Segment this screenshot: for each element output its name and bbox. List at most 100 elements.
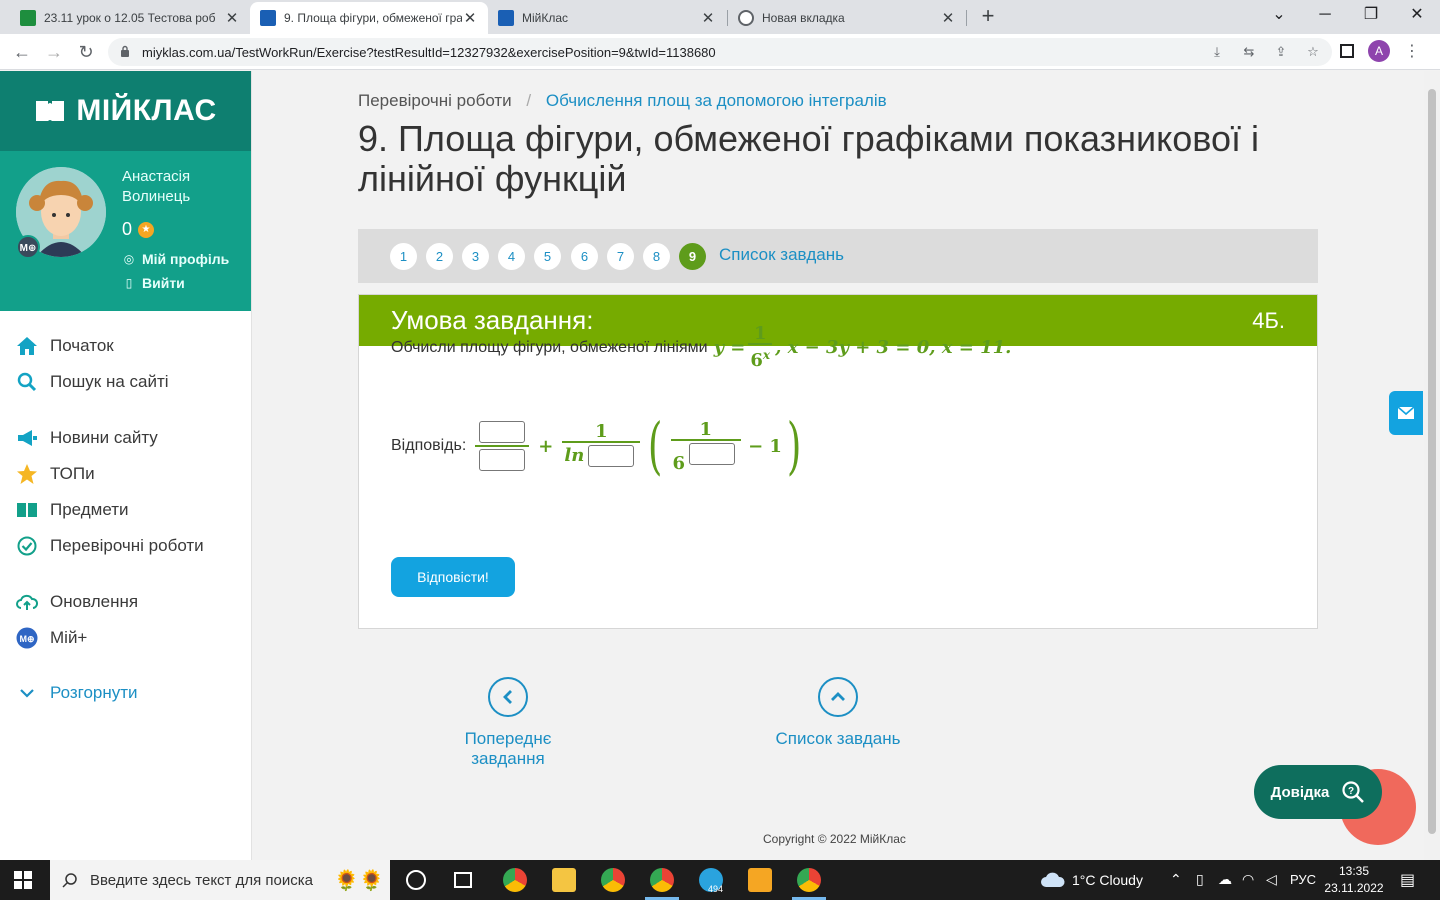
- answer-fraction-3: 1 6: [670, 421, 742, 472]
- wifi-icon[interactable]: ◠: [1242, 871, 1254, 888]
- task-list-bottom-link[interactable]: Список завдань: [768, 677, 908, 749]
- answer-input-1[interactable]: [479, 421, 526, 444]
- chevron-up-icon[interactable]: ⌃: [1170, 871, 1182, 888]
- window-close-icon[interactable]: ✕: [1394, 0, 1440, 32]
- taskbar-search[interactable]: Введите здесь текст для поиска 🌻🌻: [50, 860, 390, 900]
- browser-tab-4[interactable]: Новая вкладка ✕: [728, 2, 966, 34]
- url-bar[interactable]: miyklas.com.ua/TestWorkRun/Exercise?test…: [108, 38, 1332, 66]
- answer-input-4[interactable]: [689, 442, 736, 465]
- m-app-icon[interactable]: [748, 868, 772, 892]
- page-number-3[interactable]: 3: [462, 243, 489, 270]
- device-icon[interactable]: ▯: [1196, 871, 1204, 888]
- profile-avatar[interactable]: A: [1368, 40, 1390, 62]
- page-number-6[interactable]: 6: [571, 243, 598, 270]
- home-icon: [16, 335, 38, 357]
- windows-start-icon[interactable]: [14, 871, 32, 889]
- page-number-1[interactable]: 1: [390, 243, 417, 270]
- volume-icon[interactable]: ◁: [1266, 871, 1277, 888]
- browser-tab-bar: 23.11 урок о 12.05 Тестова роб ✕ 9. Площ…: [0, 0, 1440, 34]
- sidebar-item-tops[interactable]: ТОПи: [16, 462, 95, 486]
- user-name[interactable]: Анастасія Волинець: [122, 167, 232, 207]
- answer-input-2[interactable]: [479, 448, 526, 471]
- minimize-icon[interactable]: ─: [1302, 0, 1348, 32]
- cortana-icon[interactable]: [406, 870, 426, 890]
- weather-text[interactable]: 1°C Cloudy: [1072, 872, 1143, 888]
- onedrive-icon[interactable]: ☁: [1218, 871, 1232, 888]
- clock-date: 23.11.2022: [1324, 881, 1384, 895]
- bookmark-star-icon[interactable]: ☆: [1304, 43, 1322, 61]
- left-paren: (: [648, 409, 663, 482]
- user-panel: M⊕ Анастасія Волинець 0 ★ ◎ Мій профіль …: [0, 151, 251, 311]
- lock-icon: [121, 45, 129, 57]
- breadcrumb: Перевірочні роботи / Обчислення площ за …: [358, 91, 887, 111]
- chrome-icon[interactable]: [650, 868, 674, 892]
- classroom-icon: [20, 10, 36, 26]
- sidebar-item-home[interactable]: Початок: [16, 334, 114, 358]
- task-list-link[interactable]: Список завдань: [719, 245, 844, 265]
- taskbar-search-placeholder: Введите здесь текст для поиска: [90, 871, 313, 889]
- my-profile-link[interactable]: ◎ Мій профіль: [122, 251, 230, 267]
- reload-icon[interactable]: ↻: [74, 40, 98, 64]
- sidebar-item-news[interactable]: Новини сайту: [16, 426, 158, 450]
- page-number-7[interactable]: 7: [607, 243, 634, 270]
- user-points: 0 ★: [122, 219, 155, 240]
- breadcrumb-root[interactable]: Перевірочні роботи: [358, 91, 512, 110]
- forward-arrow-icon[interactable]: →: [42, 40, 66, 64]
- translate-icon[interactable]: ⇆: [1240, 43, 1258, 61]
- menu-dots-icon[interactable]: ⋮: [1404, 41, 1420, 61]
- page-scrollbar[interactable]: [1424, 71, 1440, 860]
- submit-answer-button[interactable]: Відповісти!: [391, 557, 515, 597]
- file-explorer-icon[interactable]: [552, 868, 576, 892]
- share-icon[interactable]: ⇪: [1272, 43, 1290, 61]
- page-number-9-current[interactable]: 9: [679, 243, 706, 270]
- url-text[interactable]: miyklas.com.ua/TestWorkRun/Exercise?test…: [142, 45, 716, 60]
- back-arrow-icon[interactable]: ←: [10, 40, 34, 64]
- download-icon[interactable]: ⤓: [1208, 43, 1226, 61]
- chrome-icon[interactable]: [601, 868, 625, 892]
- task-condition: Обчисли площу фігури, обмеженої лініями …: [391, 325, 1011, 371]
- sidebar-item-updates[interactable]: Оновлення: [16, 590, 138, 614]
- mail-feedback-button[interactable]: [1389, 391, 1423, 435]
- sidebar-item-search[interactable]: Пошук на сайті: [16, 370, 169, 394]
- sidebar-item-my-plus[interactable]: M⊕ Мій+: [16, 626, 87, 650]
- logout-link[interactable]: ▯ Вийти: [122, 275, 185, 291]
- points-value: 0: [122, 219, 133, 239]
- page-number-2[interactable]: 2: [426, 243, 453, 270]
- logo[interactable]: МІЙКЛАС: [0, 71, 251, 151]
- task-view-icon[interactable]: [454, 872, 472, 888]
- browser-tab-3[interactable]: МійКлас ✕: [488, 2, 726, 34]
- language-indicator[interactable]: РУС: [1290, 872, 1316, 887]
- tab-search-icon[interactable]: ⌄: [1256, 0, 1302, 32]
- page-number-4[interactable]: 4: [498, 243, 525, 270]
- sidebar-item-label: Перевірочні роботи: [50, 536, 204, 555]
- page-number-5[interactable]: 5: [534, 243, 561, 270]
- book-icon: [498, 10, 514, 26]
- close-icon[interactable]: ✕: [700, 9, 716, 27]
- clock[interactable]: 13:35 23.11.2022: [1322, 863, 1386, 897]
- browser-tab-2[interactable]: 9. Площа фігури, обмеженої гра ✕: [250, 2, 488, 34]
- previous-task-link[interactable]: Попереднє завдання: [426, 677, 590, 769]
- side-panel-icon[interactable]: [1340, 44, 1354, 58]
- close-icon[interactable]: ✕: [940, 9, 956, 27]
- sidebar-item-subjects[interactable]: Предмети: [16, 498, 129, 522]
- breadcrumb-current[interactable]: Обчислення площ за допомогою інтегралів: [546, 91, 887, 110]
- logout-icon: ▯: [125, 276, 133, 290]
- sidebar-item-tests[interactable]: Перевірочні роботи: [16, 534, 204, 558]
- help-button[interactable]: Довідка ?: [1254, 765, 1382, 819]
- chrome-icon[interactable]: [503, 868, 527, 892]
- copyright: Copyright © 2022 МійКлас: [763, 832, 906, 846]
- plus-badge: M⊕: [16, 235, 40, 259]
- browser-tab-1[interactable]: 23.11 урок о 12.05 Тестова роб ✕: [10, 2, 250, 34]
- close-icon[interactable]: ✕: [224, 9, 240, 27]
- restore-icon[interactable]: ❐: [1348, 0, 1394, 32]
- close-icon[interactable]: ✕: [462, 9, 478, 27]
- chrome-icon[interactable]: [797, 868, 821, 892]
- scrollbar-thumb[interactable]: [1428, 89, 1436, 834]
- answer-input-3[interactable]: [588, 444, 635, 467]
- new-tab-button[interactable]: +: [976, 4, 1000, 30]
- sidebar: МІЙКЛАС M⊕ Анастасія Волинець 0 ★ ◎ Мій …: [0, 71, 252, 860]
- search-icon: ?: [1342, 781, 1365, 803]
- page-number-8[interactable]: 8: [643, 243, 670, 270]
- notifications-icon[interactable]: ▤: [1400, 870, 1415, 890]
- sidebar-expand[interactable]: Розгорнути: [16, 681, 138, 705]
